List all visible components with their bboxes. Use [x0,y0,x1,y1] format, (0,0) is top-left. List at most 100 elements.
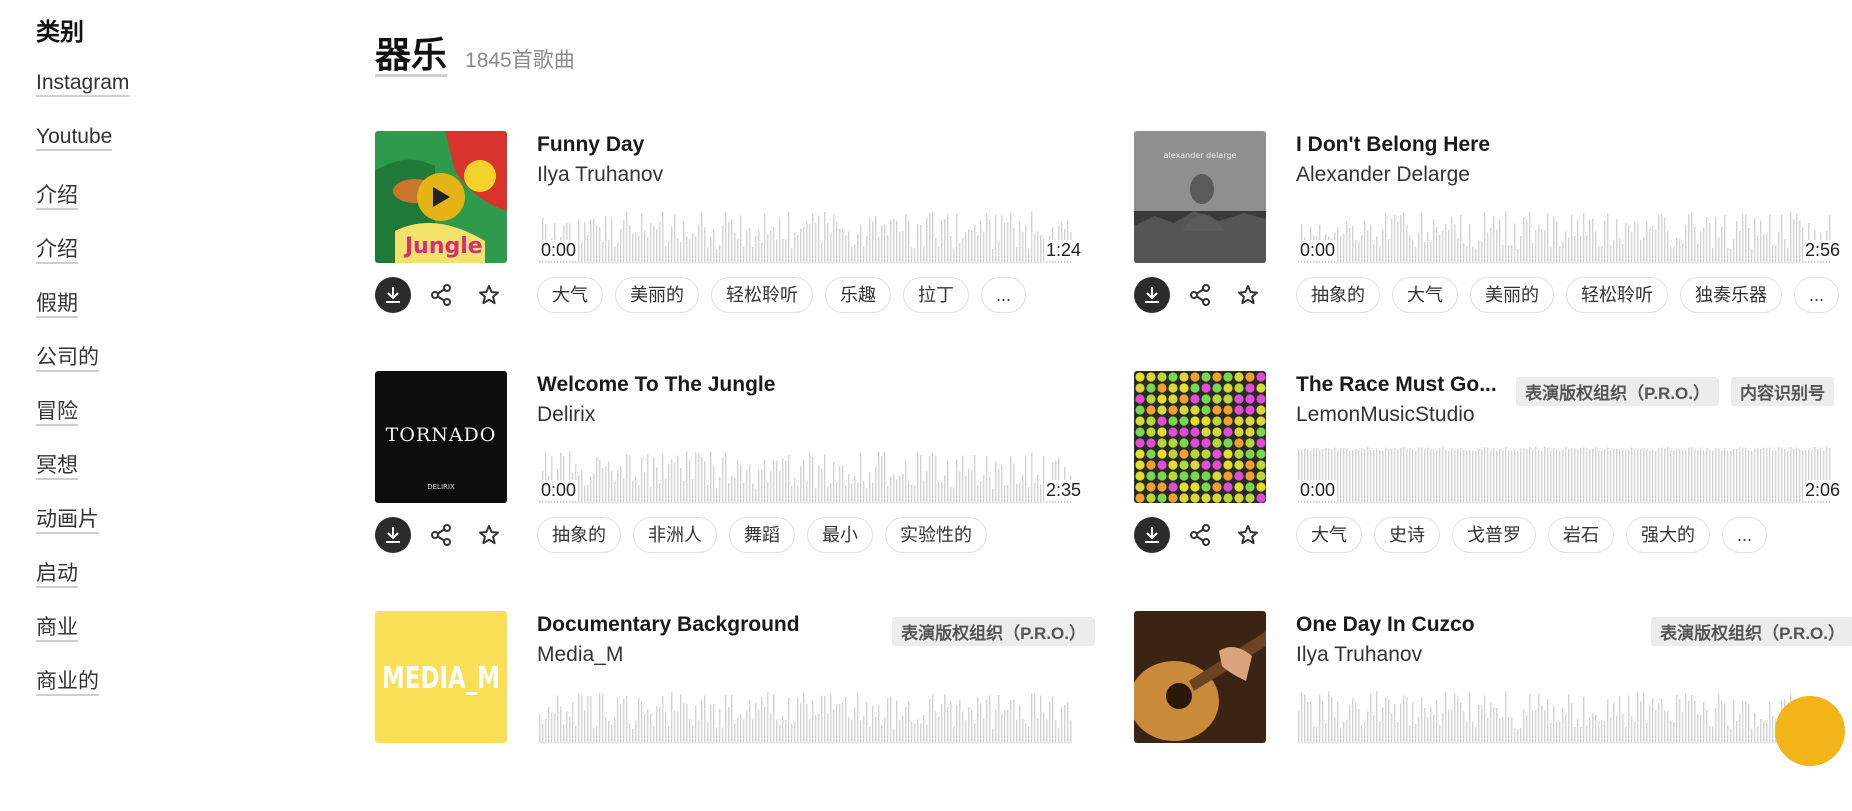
waveform-bar [764,214,766,263]
category-link[interactable]: Instagram [36,71,130,97]
track-artist[interactable]: Media_M [537,643,623,667]
waveform-bar [1721,450,1723,503]
waveform[interactable] [1296,681,1834,743]
waveform-bar [752,483,754,503]
tag-chip[interactable]: 大气 [1392,277,1458,313]
tag-chip[interactable]: 拉丁 [903,277,969,313]
tag-chip[interactable]: 抽象的 [537,517,621,553]
category-item[interactable]: Youtube [36,125,296,179]
album-cover[interactable]: MEDIA_M [375,611,507,743]
waveform-bar [710,236,712,263]
category-link[interactable]: 启动 [36,562,78,588]
waveform-bar [1370,224,1372,263]
share-button[interactable] [1182,277,1218,313]
share-button[interactable] [423,277,459,313]
more-tags-chip[interactable]: ... [1794,277,1840,313]
tag-chip[interactable]: 美丽的 [1470,277,1554,313]
download-button[interactable] [375,517,411,553]
tag-chip[interactable]: 实验性的 [885,517,987,553]
track-artist[interactable]: Ilya Truhanov [1296,643,1422,667]
floating-action-button[interactable] [1775,696,1845,766]
waveform[interactable]: 0:00 1:24 [537,201,1083,263]
tag-chip[interactable]: 最小 [807,517,873,553]
waveform[interactable]: 0:00 2:56 [1296,201,1842,263]
category-item[interactable]: 冒险 [36,395,296,449]
tag-chip[interactable]: 史诗 [1374,517,1440,553]
category-item[interactable]: Instagram [36,71,296,125]
waveform-bar [1346,719,1348,743]
category-item[interactable]: 动画片 [36,503,296,557]
tag-chip[interactable]: 美丽的 [615,277,699,313]
waveform-bar [866,701,868,743]
waveform-bar [1745,214,1747,263]
waveform[interactable]: 0:00 2:35 [537,441,1083,503]
track-title[interactable]: Documentary Background [537,613,800,637]
track-artist[interactable]: LemonMusicStudio [1296,403,1475,427]
album-cover[interactable] [1134,371,1266,503]
track-title[interactable]: Funny Day [537,133,644,157]
category-item[interactable]: 启动 [36,557,296,611]
tag-chip[interactable]: 乐趣 [825,277,891,313]
category-item[interactable]: 介绍 [36,179,296,233]
category-item[interactable]: 冥想 [36,449,296,503]
category-link[interactable]: 冒险 [36,400,78,426]
category-item[interactable]: 商业的 [36,665,296,719]
waveform-bar [1655,229,1657,263]
download-button[interactable] [375,277,411,313]
category-item[interactable]: 商业 [36,611,296,665]
tag-chip[interactable]: 大气 [1296,517,1362,553]
category-link[interactable]: Youtube [36,125,113,151]
tag-chip[interactable]: 舞蹈 [729,517,795,553]
favorite-button[interactable] [1230,277,1266,313]
tag-chip[interactable]: 独奏乐器 [1680,277,1782,313]
album-cover[interactable]: alexander delarge [1134,131,1266,263]
tag-chip[interactable]: 强大的 [1626,517,1710,553]
track-artist[interactable]: Alexander Delarge [1296,163,1470,187]
waveform-bar [596,456,598,503]
category-link[interactable]: 假期 [36,292,78,318]
waveform-bar [1502,450,1504,503]
category-item[interactable]: 公司的 [36,341,296,395]
waveform[interactable]: 0:00 2:06 [1296,441,1842,503]
tag-chip[interactable]: 轻松聆听 [1566,277,1668,313]
waveform-bar [650,713,652,743]
waveform[interactable] [537,681,1075,743]
share-button[interactable] [423,517,459,553]
track-title[interactable]: One Day In Cuzco [1296,613,1475,637]
waveform-bar [590,476,592,503]
led-dot [1234,394,1244,404]
download-button[interactable] [1134,277,1170,313]
category-link[interactable]: 冥想 [36,454,78,480]
category-link[interactable]: 介绍 [36,238,78,264]
play-button[interactable] [417,173,465,221]
favorite-button[interactable] [471,517,507,553]
more-tags-chip[interactable]: ... [1722,517,1768,553]
track-title[interactable]: Welcome To The Jungle [537,373,775,397]
album-cover[interactable]: Jungle [375,131,507,263]
share-button[interactable] [1182,517,1218,553]
category-item[interactable]: 假期 [36,287,296,341]
more-tags-chip[interactable]: ... [981,277,1027,313]
category-link[interactable]: 商业的 [36,670,99,696]
category-link[interactable]: 介绍 [36,184,78,210]
waveform-bar [1514,223,1516,263]
album-cover[interactable] [1134,611,1266,743]
tag-chip[interactable]: 非洲人 [633,517,717,553]
category-link[interactable]: 公司的 [36,346,99,372]
category-item[interactable]: 介绍 [36,233,296,287]
tag-chip[interactable]: 轻松聆听 [711,277,813,313]
category-link[interactable]: 商业 [36,616,78,642]
favorite-button[interactable] [471,277,507,313]
favorite-button[interactable] [1230,517,1266,553]
tag-chip[interactable]: 戈普罗 [1452,517,1536,553]
category-link[interactable]: 动画片 [36,508,99,534]
tag-chip[interactable]: 抽象的 [1296,277,1380,313]
tag-chip[interactable]: 大气 [537,277,603,313]
track-title[interactable]: The Race Must Go... [1296,373,1497,397]
download-button[interactable] [1134,517,1170,553]
track-artist[interactable]: Delirix [537,403,595,427]
album-cover[interactable]: TORNADO DELIRIX [375,371,507,503]
track-artist[interactable]: Ilya Truhanov [537,163,663,187]
tag-chip[interactable]: 岩石 [1548,517,1614,553]
track-title[interactable]: I Don't Belong Here [1296,133,1490,157]
